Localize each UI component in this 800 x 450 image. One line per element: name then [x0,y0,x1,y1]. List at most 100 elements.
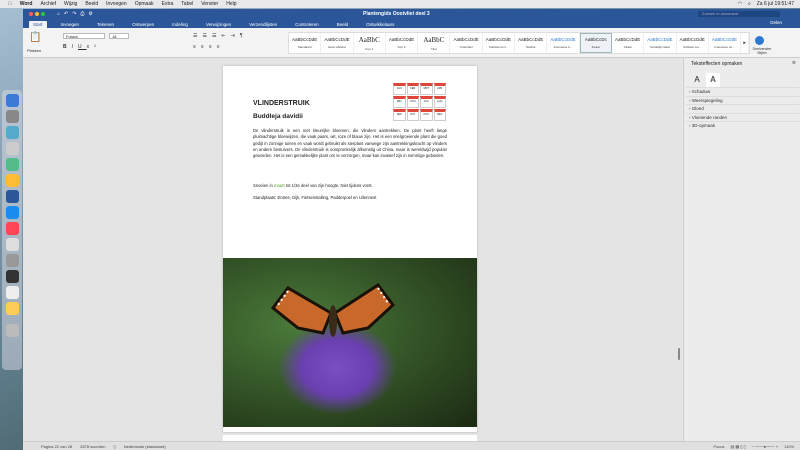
view-buttons[interactable]: ▤ ▦ ▯ ▯ [730,444,745,449]
document-area[interactable]: VLINDERSTRUIK Buddleja davidii JAN FEB MRT… [23,58,682,445]
apple-icon[interactable]:  [8,1,12,7]
menu-tabel[interactable]: Tabel [181,1,193,7]
style-13[interactable]: AaBbCcDdE Intensieve ve... [709,33,742,53]
style-4[interactable]: AaBbC Titel [418,33,451,53]
launchpad-icon[interactable] [5,110,19,123]
menu-word[interactable]: Word [20,1,33,7]
style-1[interactable]: AaBbCcDdE Geen afstand [321,33,354,53]
tab-beeld[interactable]: Beeld [333,21,353,28]
menu-archief[interactable]: Archief [40,1,56,7]
menu-help[interactable]: Help [226,1,236,7]
chrome-icon[interactable] [5,174,19,187]
style-6[interactable]: AaBbCcDdE Subtiele ben... [483,33,516,53]
prune-month: maart [273,183,285,188]
trash-icon[interactable] [5,324,19,337]
paste-label[interactable]: Plakken [27,48,41,53]
share-button[interactable]: Delen [766,19,786,26]
styles-pane-icon[interactable] [755,36,764,45]
font-size-field[interactable]: 18 [109,33,129,39]
safari-icon[interactable] [5,126,19,139]
language[interactable]: Nederlands (standaard) [124,444,166,449]
tab-text-fill[interactable]: A [690,73,704,87]
search-icon[interactable]: ⌕ [748,1,751,7]
month-cell: JUNI [406,96,419,108]
format-buttons[interactable]: BIUx² [63,44,101,50]
finder-icon[interactable] [5,94,19,107]
settings-icon[interactable] [5,254,19,267]
word-count[interactable]: 2878 woorden [80,444,105,449]
page-count[interactable]: Pagina 22 van 28 [41,444,72,449]
tab-start[interactable]: Start [29,21,47,28]
music-icon[interactable] [5,222,19,235]
butterfly-image [270,283,396,337]
close-pane-icon[interactable]: ⊗ [792,60,796,66]
style-7[interactable]: AaBbCcDdE Nadruk [515,33,548,53]
style-10[interactable]: AaBbCcDdE Citaat [612,33,645,53]
section-gloed[interactable]: › Gloed [686,104,799,112]
appstore-icon[interactable] [5,206,19,219]
clock[interactable]: Za 6 jul 19:51:47 [757,1,794,7]
style-0[interactable]: AaBbCcDdE Standaard [289,33,322,53]
tab-invoegen[interactable]: Invoegen [57,21,84,28]
zoom-slider[interactable]: − ───●─── + [752,444,778,449]
style-2[interactable]: AaBbC Kop 1 [354,33,386,53]
menu-extra[interactable]: Extra [162,1,174,7]
style-preview: AaBbCcDdE [679,37,705,42]
paragraph-buttons[interactable]: ☰☰☰⇤⇥¶ [193,33,248,39]
prune-pre: Snoeien in [253,183,274,188]
paste-icon[interactable]: 📋 [29,32,41,43]
body-text: De vlinderstruik is een met kleurrijke b… [253,128,447,159]
minimize-button[interactable] [35,11,39,16]
close-button[interactable] [29,11,33,16]
styles-pane-button[interactable]: Deelvenster Stijlen [750,47,774,55]
menu-venster[interactable]: Venster [201,1,218,7]
tab-verzendlijsten[interactable]: Verzendlijsten [245,21,281,28]
photos-icon[interactable] [5,302,19,315]
app-icon[interactable] [5,142,19,155]
calendar-icon[interactable] [5,238,19,251]
tab-tekenen[interactable]: Tekenen [93,21,118,28]
tab-verwijzingen[interactable]: Verwijzingen [202,21,235,28]
section-3d-opmaak[interactable]: › 3D-opmaak [686,121,799,129]
zoom-button[interactable] [41,11,45,16]
calendar-icon[interactable] [5,286,19,299]
document-page[interactable]: VLINDERSTRUIK Buddleja davidii JAN FEB MRT… [223,66,477,432]
tab-ontwikkelaars[interactable]: Ontwikkelaars [362,21,398,28]
word-icon[interactable] [5,190,19,203]
style-5[interactable]: AaBbCcDdE Ondertitel [450,33,483,53]
style-3[interactable]: AaBbCcDdE Kop 3 [386,33,419,53]
menu-opmaak[interactable]: Opmaak [135,1,154,7]
section-vloeiende-randen[interactable]: › Vloeiende randen [686,112,799,121]
style-12[interactable]: AaBbCcDdE Subtiele ver... [677,33,709,53]
proofing-icon[interactable]: ▯ [114,444,116,449]
tab-text-effects[interactable]: A [706,73,720,87]
menu-wijzig[interactable]: Wijzig [64,1,77,7]
section-weerspiegeling[interactable]: › Weerspiegeling [686,95,799,104]
vertical-scrollbar[interactable] [678,348,680,360]
wifi-icon[interactable]: ◠ [738,1,742,7]
messages-icon[interactable] [5,158,19,171]
style-name: Ondertitel [459,45,473,49]
tab-ontwerpen[interactable]: Ontwerpen [128,21,158,28]
app-icon[interactable] [5,270,19,283]
search-input[interactable]: Zoeken in document [698,10,780,17]
styles-more-icon[interactable]: ▸ [741,33,750,53]
style-name: Kop 3 [397,45,406,49]
quick-access-toolbar[interactable]: ⌂↶↷⎙⚙ [57,11,97,17]
style-11[interactable]: AaBbCcDdE Duidelijk citaat [644,33,677,53]
focus-button[interactable]: Focus [714,444,725,449]
butterfly-photo[interactable] [223,258,477,427]
zoom-level[interactable]: 110% [784,444,794,449]
style-9[interactable]: AaBbCcDc Zwaar [579,33,612,53]
tab-controleren[interactable]: Controleren [291,21,323,28]
align-buttons[interactable]: ≡≡≡≡ [193,44,225,50]
section-schaduw[interactable]: › Schaduw [686,87,799,95]
style-8[interactable]: AaBbCcDdE Intensieve b... [547,33,580,53]
menu-invoegen[interactable]: Invoegen [106,1,127,7]
style-preview: AaBbC [423,35,445,44]
tab-indeling[interactable]: Indeling [168,21,192,28]
style-name: Duidelijk citaat [650,45,670,49]
font-name-field[interactable]: Futura [63,33,105,39]
style-preview: AaBbCcDdE [615,37,641,42]
menu-beeld[interactable]: Beeld [85,1,98,7]
